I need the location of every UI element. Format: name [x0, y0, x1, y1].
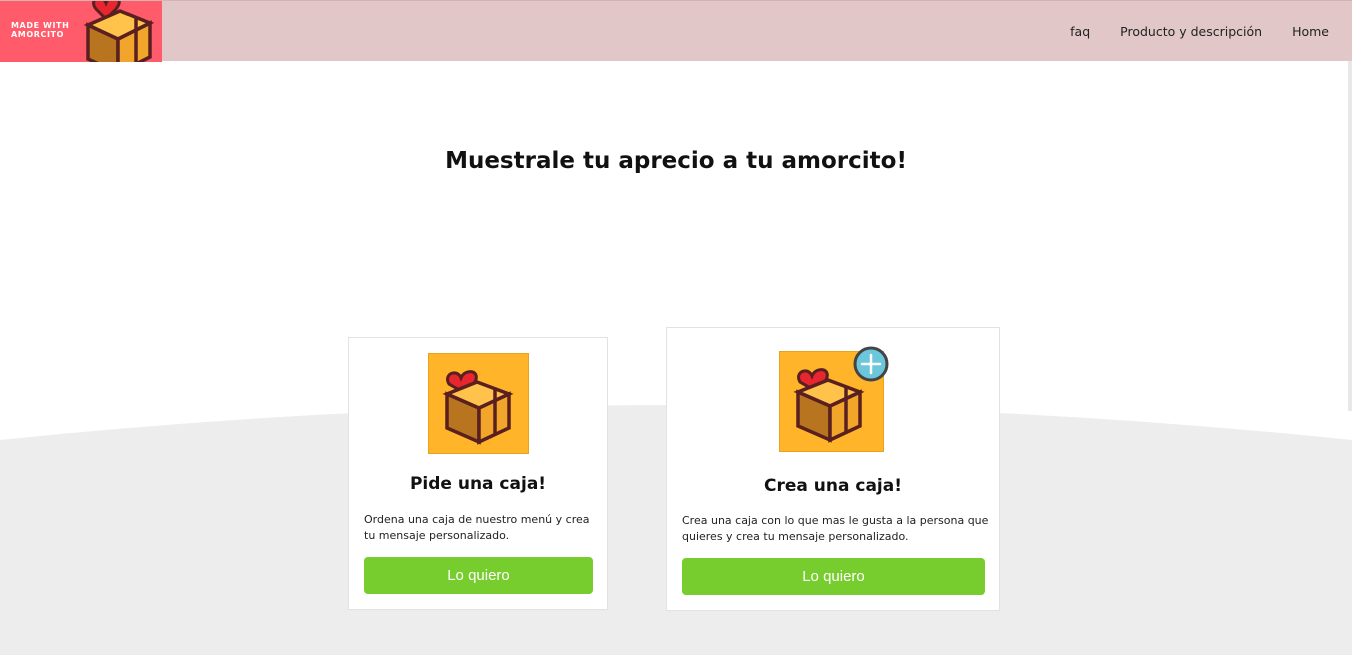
top-navbar: MADE WITH AMORCITO faq Producto y descri… [0, 0, 1352, 62]
main-nav: faq Producto y descripción Home [1040, 1, 1329, 62]
card-title: Pide una caja! [409, 474, 547, 494]
card-crea-caja: Crea una caja! Crea una caja con lo que … [666, 327, 1000, 611]
page-scrollbar[interactable] [1348, 61, 1352, 411]
card-image [428, 353, 529, 454]
card-pide-caja: Pide una caja! Ordena una caja de nuestr… [348, 337, 608, 610]
page-title: Muestrale tu aprecio a tu amorcito! [445, 148, 907, 174]
card-description: Crea una caja con lo que mas le gusta a … [682, 514, 989, 543]
nav-link-home[interactable]: Home [1292, 24, 1329, 39]
card-image [779, 346, 889, 452]
card-title: Crea una caja! [764, 476, 902, 496]
nav-link-producto[interactable]: Producto y descripción [1120, 24, 1262, 39]
card-description: Ordena una caja de nuestro menú y crea t… [364, 513, 590, 542]
page: MADE WITH AMORCITO faq Producto y descri… [0, 0, 1352, 655]
site-logo[interactable]: MADE WITH AMORCITO [0, 1, 162, 62]
logo-text: MADE WITH AMORCITO [11, 21, 70, 39]
gift-box-heart-icon [442, 370, 514, 445]
gift-box-heart-icon [83, 1, 155, 62]
nav-link-faq[interactable]: faq [1070, 24, 1090, 39]
plus-circle-icon [853, 346, 889, 382]
lo-quiero-button[interactable]: Lo quiero [364, 557, 593, 594]
lo-quiero-button[interactable]: Lo quiero [682, 558, 985, 595]
